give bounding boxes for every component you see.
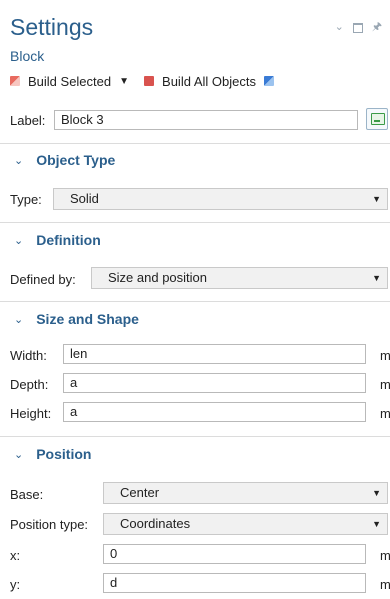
depth-unit: m [380, 377, 390, 392]
section-header-object-type[interactable]: ⌄ Object Type [14, 152, 115, 168]
section-title: Size and Shape [36, 311, 139, 327]
height-label: Height: [10, 406, 52, 421]
x-input[interactable]: 0 [103, 544, 366, 564]
maximize-icon[interactable] [352, 23, 363, 33]
build-selected-dropdown-icon[interactable]: ▼ [119, 76, 129, 87]
divider [0, 222, 390, 223]
toolbar: Build Selected ▼ Build All Objects [10, 72, 282, 90]
section-title: Object Type [36, 152, 116, 168]
section-title: Position [36, 446, 92, 462]
section-header-size-and-shape[interactable]: ⌄ Size and Shape [14, 311, 139, 327]
defined-by-label: Defined by: [10, 272, 76, 287]
height-unit: m [380, 406, 390, 421]
x-unit: m [380, 548, 390, 563]
divider [0, 436, 390, 437]
base-label: Base: [10, 487, 44, 502]
divider [0, 143, 390, 144]
y-unit: m [380, 577, 390, 592]
x-label: x: [10, 548, 21, 563]
build-all-icon [144, 76, 155, 86]
section-title: Definition [36, 232, 101, 248]
depth-label: Depth: [10, 377, 49, 392]
build-selected-button[interactable]: Build Selected [28, 74, 111, 89]
width-unit: m [380, 348, 390, 363]
build-selected-icon [10, 76, 20, 86]
type-label: Type: [10, 192, 42, 207]
width-label: Width: [10, 348, 47, 363]
depth-input[interactable]: a [63, 373, 366, 393]
position-type-value: Coordinates [120, 516, 191, 531]
y-label: y: [10, 577, 21, 592]
build-extra-icon[interactable] [263, 76, 274, 86]
height-input[interactable]: a [63, 402, 366, 422]
y-input[interactable]: d [103, 573, 366, 593]
page-title: Settings [10, 14, 94, 40]
chevron-down-icon: ⌄ [14, 313, 24, 326]
chevron-down-icon: ⌄ [14, 448, 24, 461]
caret-down-icon: ▼ [372, 519, 381, 529]
defined-by-value: Size and position [108, 270, 208, 285]
chevron-down-icon[interactable]: ⌄ [335, 22, 344, 33]
chevron-down-icon: ⌄ [14, 154, 24, 167]
page-subtitle: Block [10, 48, 45, 64]
label-input[interactable]: Block 3 [54, 110, 358, 130]
base-value: Center [120, 485, 160, 500]
position-type-label: Position type: [10, 517, 89, 532]
build-all-button[interactable]: Build All Objects [162, 74, 256, 89]
label-edit-button[interactable] [366, 108, 388, 130]
chevron-down-icon: ⌄ [14, 234, 24, 247]
type-select[interactable]: Solid ▼ [53, 188, 388, 210]
caret-down-icon: ▼ [372, 194, 381, 204]
caret-down-icon: ▼ [372, 273, 381, 283]
label-field-label: Label: [10, 113, 46, 128]
type-select-value: Solid [70, 191, 99, 206]
caret-down-icon: ▼ [372, 488, 381, 498]
width-input[interactable]: len [63, 344, 366, 364]
section-header-position[interactable]: ⌄ Position [14, 446, 91, 462]
divider [0, 301, 390, 302]
label-edit-icon-line [374, 120, 380, 122]
label-edit-icon [371, 113, 385, 125]
base-select[interactable]: Center ▼ [103, 482, 388, 504]
pin-icon[interactable]: 🖈 [372, 22, 382, 33]
defined-by-select[interactable]: Size and position ▼ [91, 267, 388, 289]
position-type-select[interactable]: Coordinates ▼ [103, 513, 388, 535]
section-header-definition[interactable]: ⌄ Definition [14, 232, 101, 248]
window-controls: ⌄ 🖈 [335, 22, 382, 33]
